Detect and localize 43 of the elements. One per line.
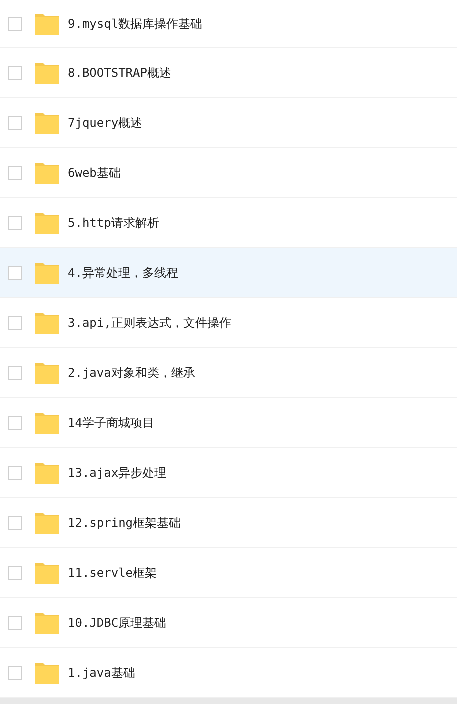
checkbox[interactable] bbox=[8, 116, 22, 130]
folder-icon bbox=[35, 412, 59, 434]
file-name[interactable]: 12.spring框架基础 bbox=[68, 514, 182, 532]
checkbox[interactable] bbox=[8, 566, 22, 580]
file-name[interactable]: 5.http请求解析 bbox=[68, 214, 160, 232]
folder-icon bbox=[35, 662, 59, 684]
file-name[interactable]: 9.mysql数据库操作基础 bbox=[68, 14, 203, 32]
checkbox[interactable] bbox=[8, 16, 22, 30]
checkbox[interactable] bbox=[8, 416, 22, 430]
checkbox[interactable] bbox=[8, 516, 22, 530]
folder-icon bbox=[35, 212, 59, 234]
file-name[interactable]: 10.JDBC原理基础 bbox=[68, 614, 167, 632]
checkbox[interactable] bbox=[8, 616, 22, 630]
file-name[interactable]: 1.java基础 bbox=[68, 664, 136, 682]
folder-icon bbox=[35, 162, 59, 184]
folder-icon bbox=[35, 562, 59, 584]
file-name[interactable]: 11.servle框架 bbox=[68, 564, 158, 582]
file-name[interactable]: 13.ajax异步处理 bbox=[68, 464, 167, 482]
checkbox[interactable] bbox=[8, 666, 22, 680]
file-name[interactable]: 2.java对象和类，继承 bbox=[68, 364, 196, 382]
folder-icon bbox=[35, 12, 59, 34]
checkbox[interactable] bbox=[8, 266, 22, 280]
checkbox[interactable] bbox=[8, 466, 22, 480]
folder-icon bbox=[35, 112, 59, 134]
checkbox[interactable] bbox=[8, 216, 22, 230]
folder-icon bbox=[35, 62, 59, 84]
file-row[interactable]: 4.异常处理，多线程 bbox=[0, 248, 457, 298]
checkbox[interactable] bbox=[8, 366, 22, 380]
folder-icon bbox=[35, 262, 59, 284]
file-name[interactable]: 7jquery概述 bbox=[68, 114, 143, 132]
file-name[interactable]: 4.异常处理，多线程 bbox=[68, 264, 178, 282]
checkbox[interactable] bbox=[8, 316, 22, 330]
checkbox[interactable] bbox=[8, 166, 22, 180]
folder-icon bbox=[35, 612, 59, 634]
checkbox[interactable] bbox=[8, 66, 22, 80]
file-name[interactable]: 3.api,正则表达式，文件操作 bbox=[68, 314, 232, 332]
file-name[interactable]: 8.BOOTSTRAP概述 bbox=[68, 64, 172, 82]
file-name[interactable]: 14学子商城项目 bbox=[68, 414, 154, 432]
file-name[interactable]: 6web基础 bbox=[68, 164, 121, 182]
folder-icon bbox=[35, 512, 59, 534]
folder-icon bbox=[35, 462, 59, 484]
folder-icon bbox=[35, 312, 59, 334]
folder-icon bbox=[35, 362, 59, 384]
